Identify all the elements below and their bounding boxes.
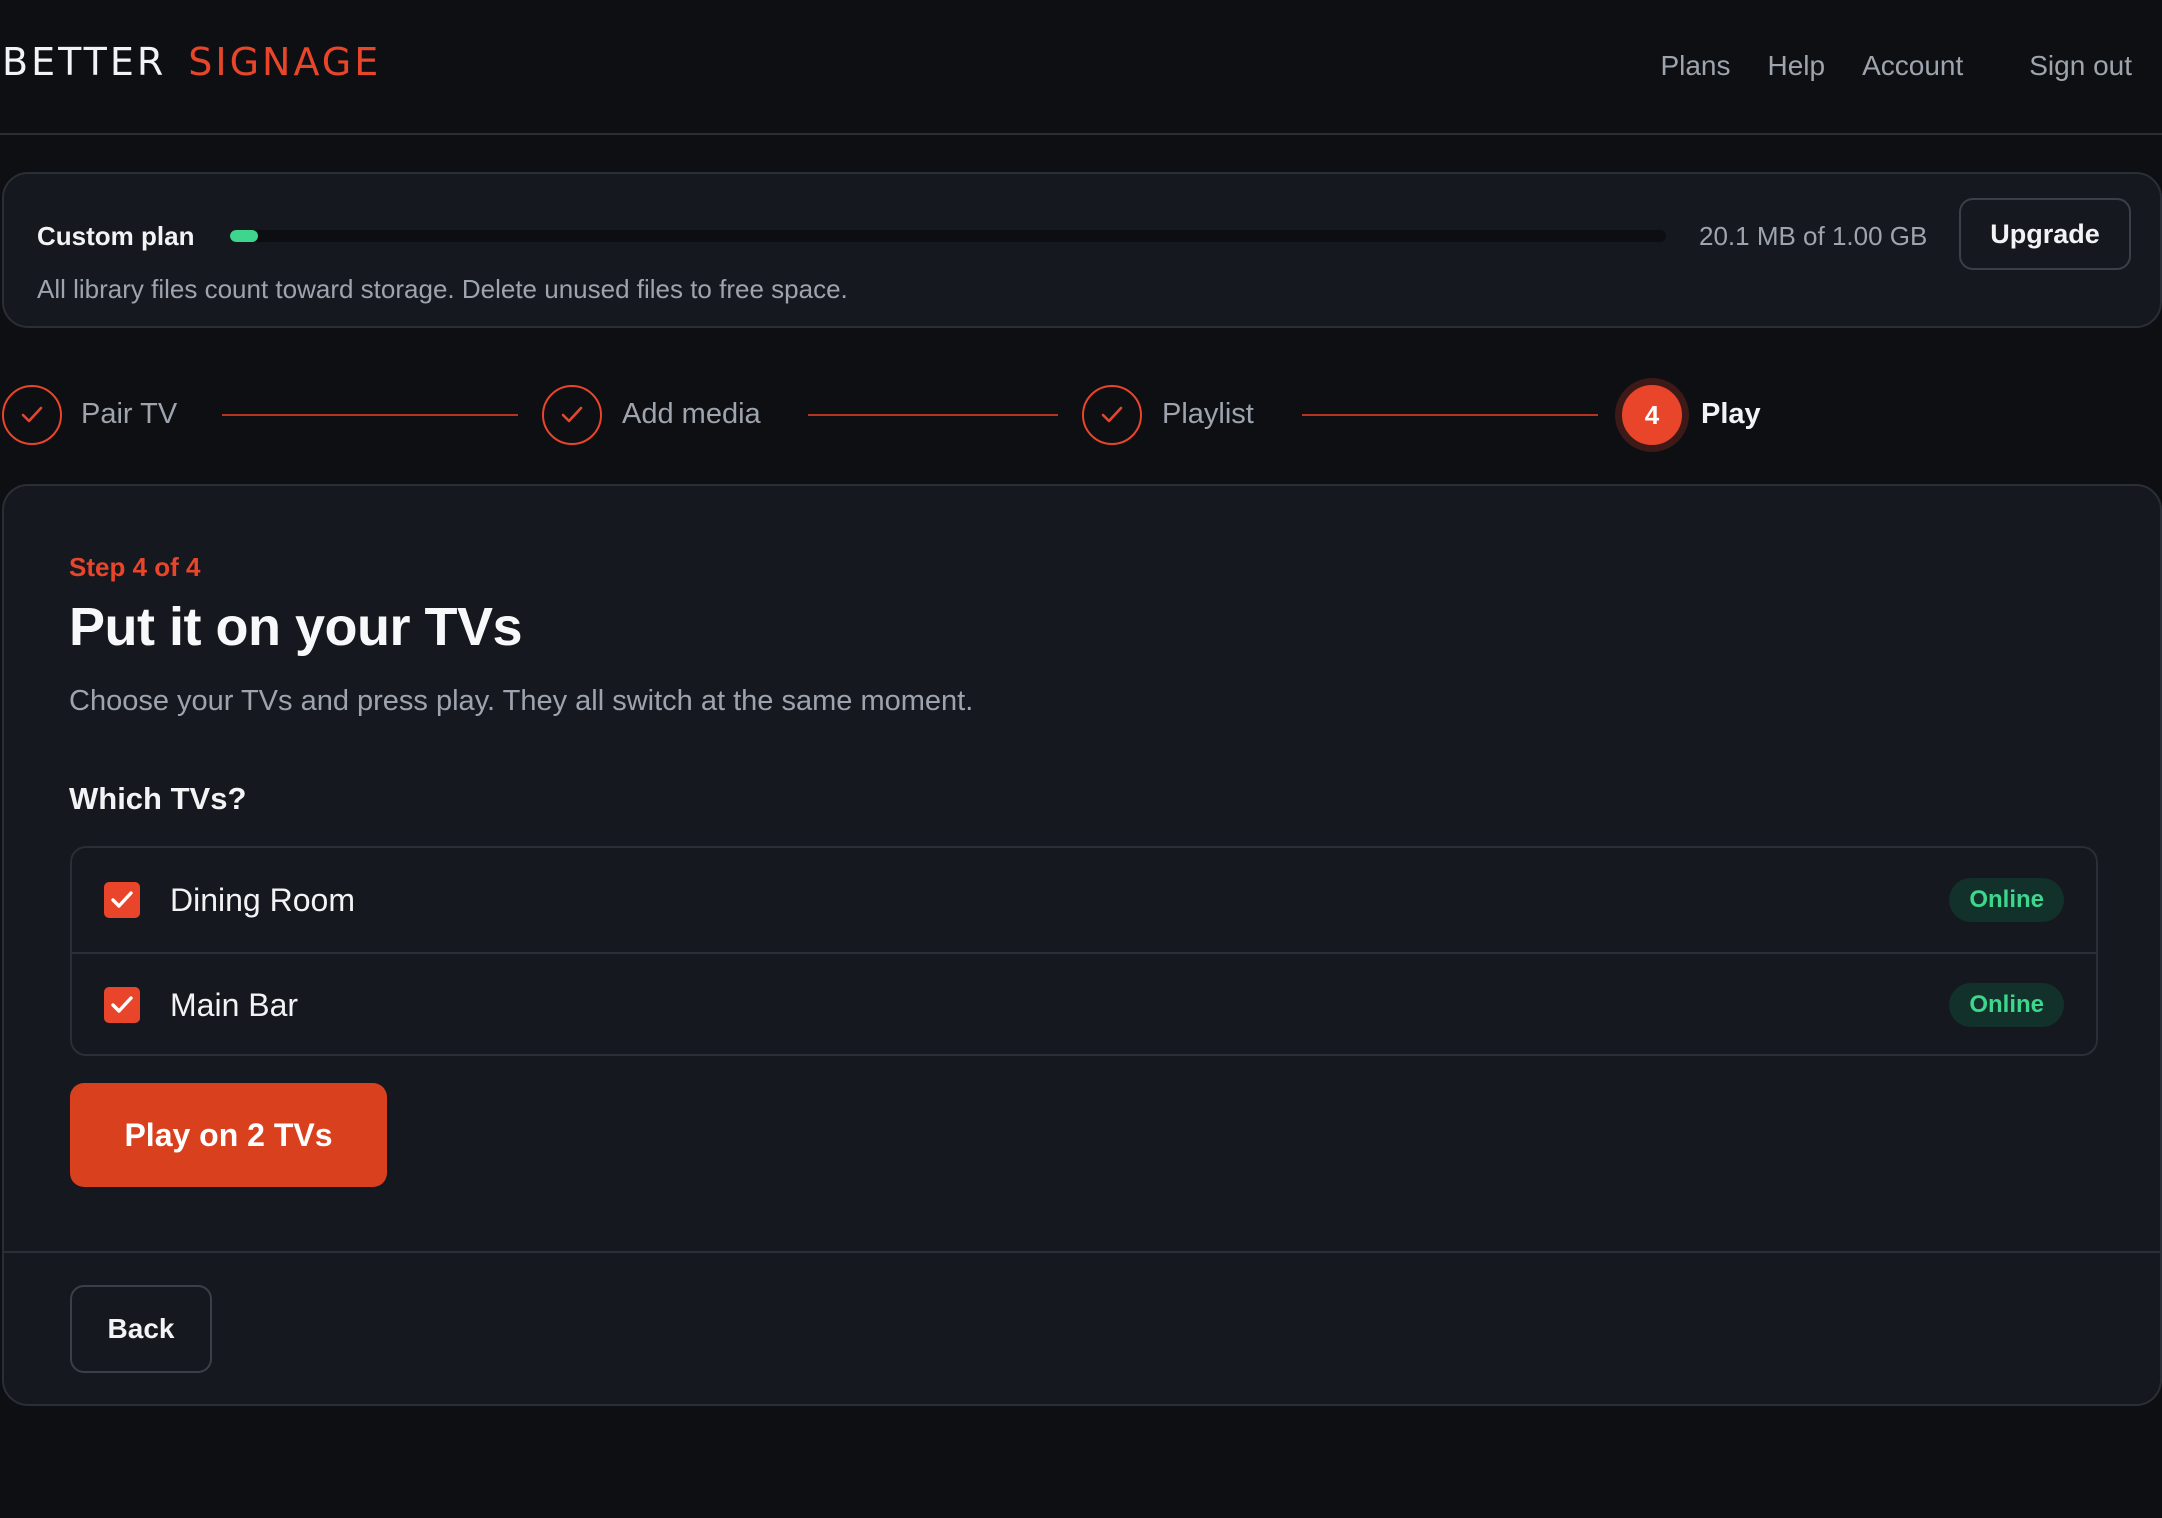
- nav-plans-link[interactable]: Plans: [1660, 50, 1730, 82]
- progress-stepper: Pair TV Add media Playlist 4 Play: [0, 383, 2162, 447]
- step-4-label: Play: [1701, 398, 1761, 430]
- storage-card: Custom plan 20.1 MB of 1.00 GB Upgrade A…: [2, 172, 2162, 328]
- card-divider: [4, 1251, 2160, 1253]
- top-header: BETTER SIGNAGE Plans Help Account Sign o…: [0, 0, 2162, 135]
- status-badge: Online: [1949, 983, 2064, 1027]
- step-kicker: Step 4 of 4: [69, 552, 201, 582]
- step-connector-1: [222, 414, 518, 416]
- play-step-card: Step 4 of 4 Put it on your TVs Choose yo…: [2, 484, 2162, 1406]
- page-title: Put it on your TVs: [69, 597, 523, 657]
- tv-checkbox-dining-room[interactable]: [104, 882, 140, 918]
- nav-account-link[interactable]: Account: [1862, 50, 1963, 82]
- page-subtitle: Choose your TVs and press play. They all…: [69, 685, 974, 717]
- back-button[interactable]: Back: [70, 1285, 212, 1373]
- step-4-number: 4: [1622, 385, 1682, 445]
- step-3-label: Playlist: [1162, 398, 1254, 430]
- tv-name: Main Bar: [170, 986, 299, 1023]
- step-1-label: Pair TV: [81, 398, 178, 430]
- tv-name: Dining Room: [170, 881, 355, 918]
- brand-word-better: BETTER: [2, 40, 167, 84]
- step-2-label: Add media: [622, 398, 761, 430]
- nav-help-link[interactable]: Help: [1767, 50, 1825, 82]
- upgrade-button[interactable]: Upgrade: [1959, 198, 2131, 270]
- step-connector-3: [1302, 414, 1598, 416]
- check-icon: [111, 891, 133, 908]
- step-1-check-icon: [2, 385, 62, 445]
- sign-out-link[interactable]: Sign out: [2029, 50, 2132, 82]
- tv-section-heading: Which TVs?: [69, 781, 247, 816]
- plan-name: Custom plan: [37, 221, 195, 251]
- storage-usage-text: 20.1 MB of 1.00 GB: [1699, 221, 1928, 251]
- storage-progress-fill: [230, 230, 259, 242]
- step-connector-2: [808, 414, 1058, 416]
- tv-row-dining-room[interactable]: Dining Room Online: [72, 848, 2096, 952]
- brand-logo[interactable]: BETTER SIGNAGE: [2, 40, 381, 84]
- status-badge: Online: [1949, 878, 2064, 922]
- step-2-check-icon: [542, 385, 602, 445]
- step-3-check-icon: [1082, 385, 1142, 445]
- tv-checkbox-main-bar[interactable]: [104, 987, 140, 1023]
- top-nav: Plans Help Account Sign out: [1660, 50, 2132, 82]
- check-icon: [111, 996, 133, 1013]
- tv-list: Dining Room Online Main Bar Online: [70, 846, 2098, 1056]
- storage-note: All library files count toward storage. …: [37, 274, 848, 304]
- brand-word-signage: SIGNAGE: [188, 40, 382, 84]
- tv-row-main-bar[interactable]: Main Bar Online: [72, 952, 2096, 1054]
- play-on-tvs-button[interactable]: Play on 2 TVs: [70, 1083, 387, 1187]
- storage-progress-track: [230, 230, 1666, 242]
